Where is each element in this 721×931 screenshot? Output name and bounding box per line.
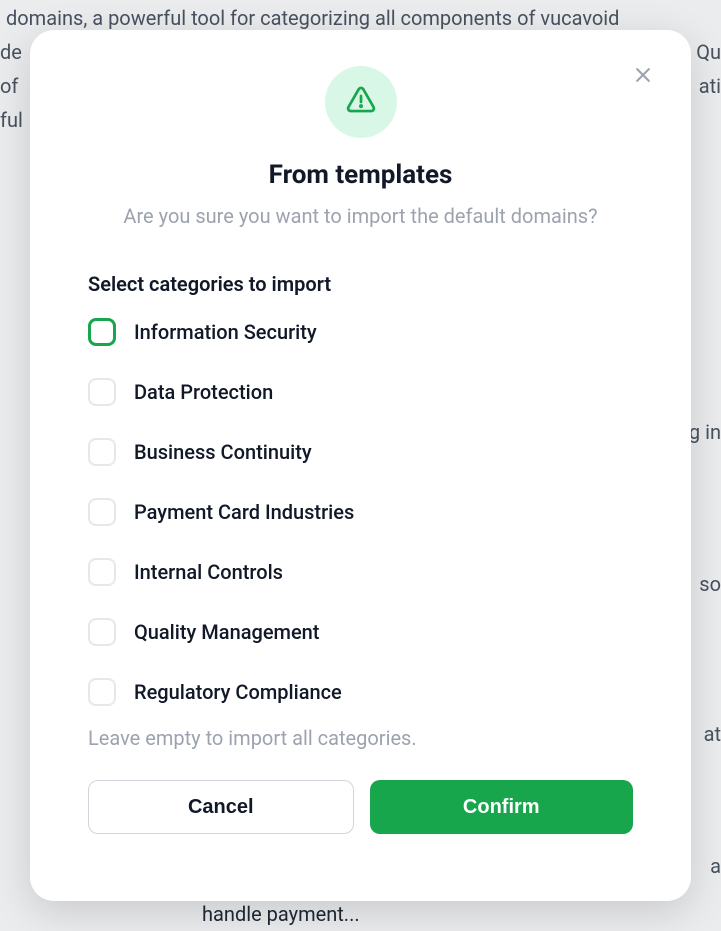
confirm-button[interactable]: Confirm [370, 780, 634, 834]
checkbox[interactable] [88, 498, 116, 526]
warning-icon [345, 84, 377, 120]
category-row-quality-management[interactable]: Quality Management [88, 618, 633, 646]
checkbox-label: Regulatory Compliance [134, 680, 342, 704]
checkbox-label: Information Security [134, 320, 317, 344]
checkbox[interactable] [88, 438, 116, 466]
category-row-business-continuity[interactable]: Business Continuity [88, 438, 633, 466]
checkbox-label: Business Continuity [134, 440, 312, 464]
close-button[interactable] [625, 58, 661, 94]
checkbox[interactable] [88, 378, 116, 406]
import-templates-modal: From templates Are you sure you want to … [30, 30, 691, 901]
checkbox[interactable] [88, 318, 116, 346]
section-label: Select categories to import [88, 272, 633, 296]
checkbox-label: Quality Management [134, 620, 319, 644]
checkbox[interactable] [88, 618, 116, 646]
category-row-information-security[interactable]: Information Security [88, 318, 633, 346]
checkbox-label: Internal Controls [134, 560, 283, 584]
category-row-regulatory-compliance[interactable]: Regulatory Compliance [88, 678, 633, 706]
category-list: Information Security Data Protection Bus… [88, 318, 633, 706]
modal-title: From templates [88, 160, 633, 190]
close-icon [633, 65, 653, 88]
modal-icon-circle [325, 66, 397, 138]
checkbox[interactable] [88, 558, 116, 586]
category-row-data-protection[interactable]: Data Protection [88, 378, 633, 406]
checkbox-label: Data Protection [134, 380, 273, 404]
checkbox[interactable] [88, 678, 116, 706]
checkbox-label: Payment Card Industries [134, 500, 354, 524]
modal-actions: Cancel Confirm [88, 780, 633, 834]
modal-subtitle: Are you sure you want to import the defa… [88, 204, 633, 228]
hint-text: Leave empty to import all categories. [88, 726, 633, 750]
cancel-button[interactable]: Cancel [88, 780, 354, 834]
category-row-internal-controls[interactable]: Internal Controls [88, 558, 633, 586]
category-row-payment-card-industries[interactable]: Payment Card Industries [88, 498, 633, 526]
